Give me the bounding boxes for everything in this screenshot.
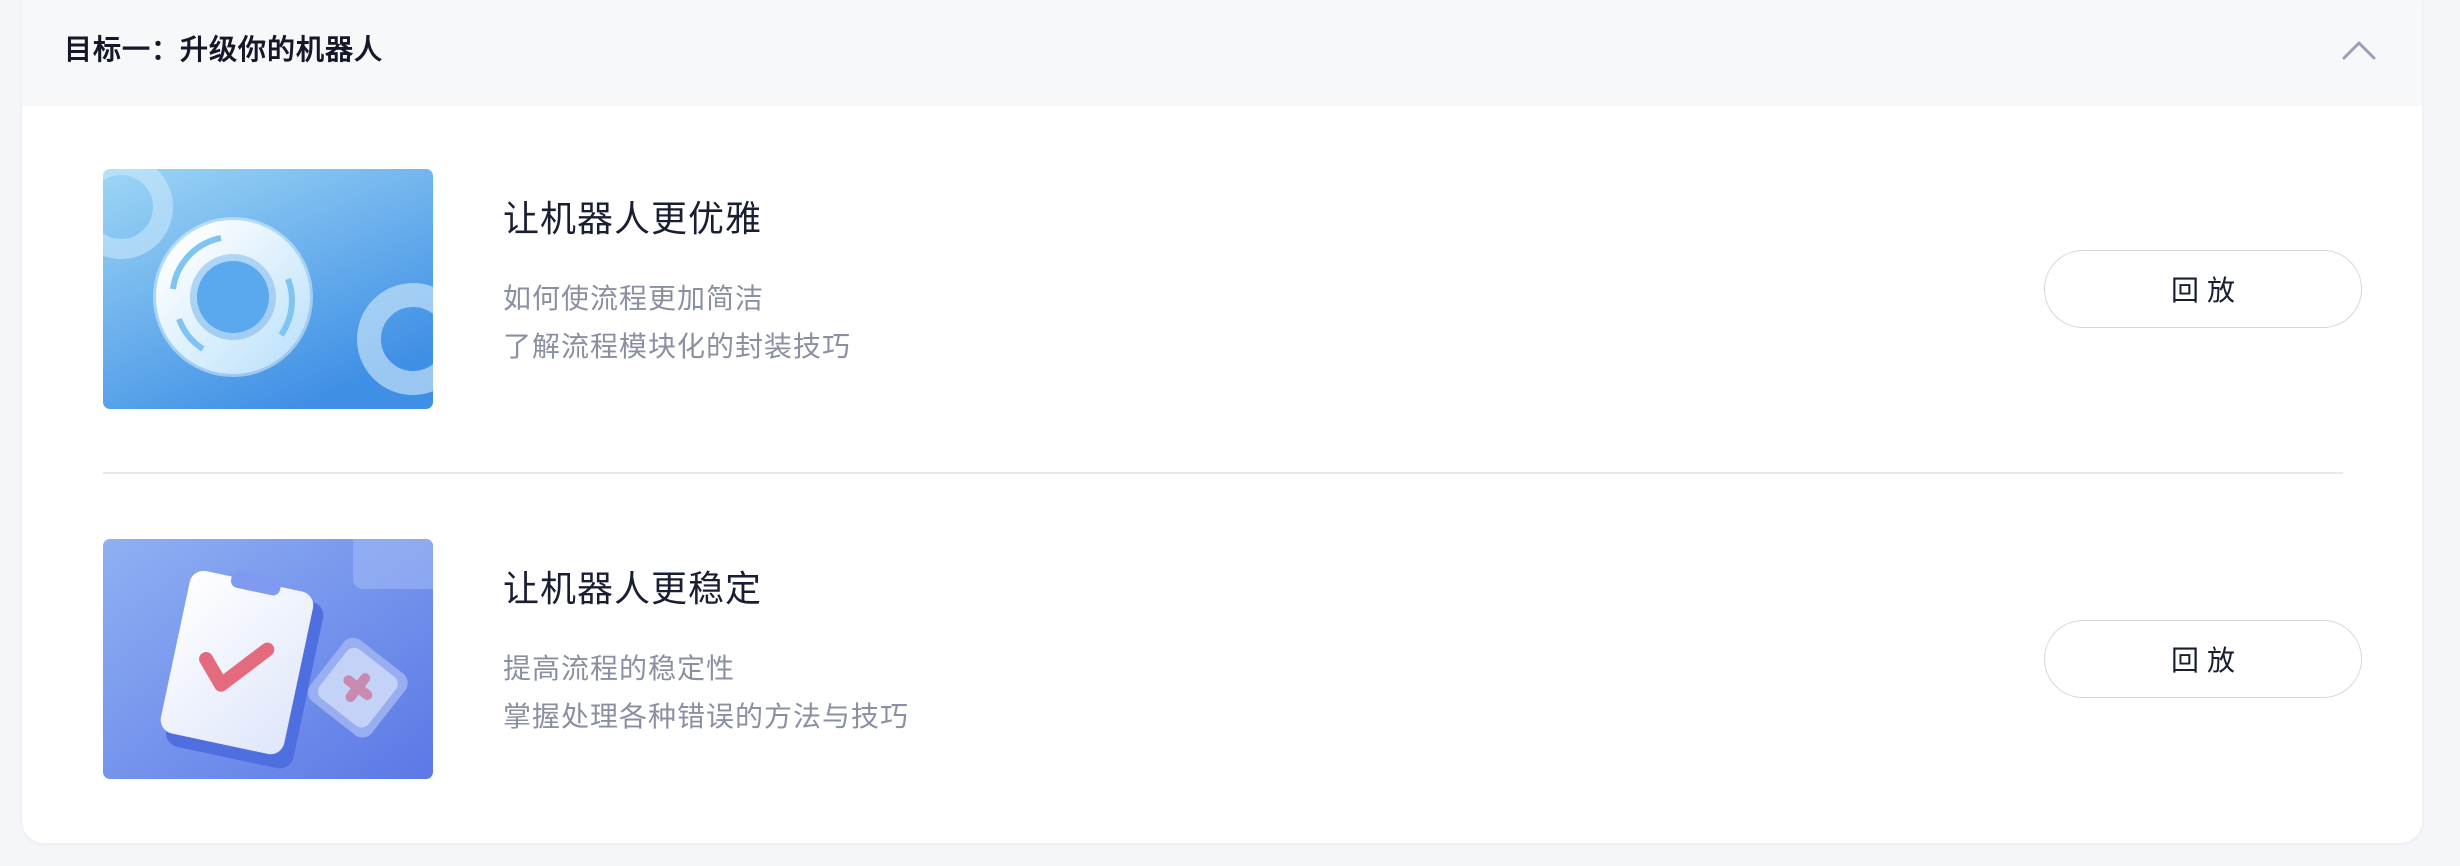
course-thumbnail [103, 539, 433, 779]
replay-button[interactable]: 回放 [2044, 250, 2362, 328]
course-item: 让机器人更稳定 提高流程的稳定性 掌握处理各种错误的方法与技巧 回放 [103, 539, 2362, 779]
replay-button[interactable]: 回放 [2044, 620, 2362, 698]
refresh-cycle-illustration [103, 169, 433, 409]
course-description: 掌握处理各种错误的方法与技巧 [503, 700, 910, 733]
course-description: 了解流程模块化的封装技巧 [503, 330, 852, 363]
divider [103, 472, 2343, 474]
course-item: 让机器人更优雅 如何使流程更加简洁 了解流程模块化的封装技巧 回放 [103, 169, 2362, 409]
course-title: 让机器人更稳定 [503, 569, 763, 610]
course-description: 如何使流程更加简洁 [503, 282, 765, 315]
chevron-up-icon [2342, 41, 2376, 60]
section-title: 目标一：升级你的机器人 [64, 33, 384, 66]
clipboard-check-illustration [103, 539, 433, 779]
course-section-panel: 目标一：升级你的机器人 让机器人更优雅 如何使流程更加简洁 了解流程模块化的封装… [22, 0, 2422, 843]
section-header[interactable]: 目标一：升级你的机器人 [22, 0, 2422, 106]
collapse-button[interactable] [2338, 30, 2380, 72]
course-thumbnail [103, 169, 433, 409]
course-description: 提高流程的稳定性 [503, 652, 736, 685]
course-title: 让机器人更优雅 [503, 199, 763, 240]
